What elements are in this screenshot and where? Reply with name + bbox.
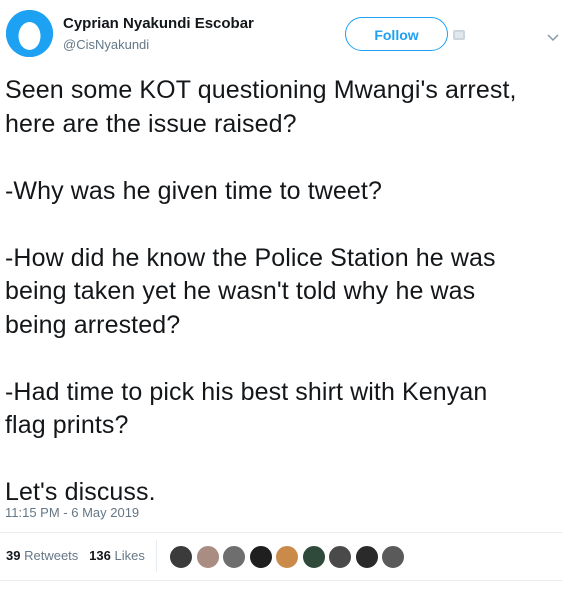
default-egg-icon [6,10,53,57]
liker-avatar-7[interactable] [327,544,353,570]
display-name[interactable]: Cyprian Nyakundi Escobar [63,15,254,32]
liker-avatar-3[interactable] [221,544,247,570]
tweet-line: -Had time to pick his best shirt with Ke… [5,377,488,406]
card-icon [453,30,465,40]
tweet-line: being arrested? [5,310,181,339]
chevron-down-icon[interactable] [547,30,559,42]
liker-avatar-9[interactable] [380,544,406,570]
likes-label: Likes [114,548,145,563]
tweet-timestamp[interactable]: 11:15 PM - 6 May 2019 [5,505,139,520]
retweets-count: 39 [6,548,21,563]
tweet-stats: 39 Retweets 136 Likes [6,548,145,563]
tweet-line: being taken yet he wasn't told why he wa… [5,277,476,305]
tweet-text: Seen some KOT questioning Mwangi's arres… [5,74,565,510]
tweet-line: here are the issue raised? [5,109,297,138]
liker-avatar-5[interactable] [274,544,300,570]
tweet-line: -How did he know the Police Station he w… [5,243,496,272]
liker-avatar-4[interactable] [247,544,274,570]
retweets-label: Retweets [24,548,79,563]
liker-avatar-8[interactable] [353,544,380,570]
likes-stat[interactable]: 136 Likes [89,548,145,563]
follow-button[interactable]: Follow [345,17,448,51]
likes-count: 136 [89,548,111,563]
stats-separator [156,540,157,572]
tweet-line: -Why was he given time to tweet? [5,176,382,205]
tweet-line: Seen some KOT questioning Mwangi's arres… [5,76,517,104]
liker-avatar-2[interactable] [194,544,221,570]
liker-avatar-6[interactable] [300,544,327,570]
divider [0,580,562,581]
retweets-stat[interactable]: 39 Retweets [6,548,78,563]
divider [0,532,562,533]
liker-avatar-1[interactable] [168,544,194,570]
avatar[interactable] [6,10,53,57]
user-handle[interactable]: @CisNyakundi [63,37,149,52]
tweet-line: flag prints? [5,411,129,439]
